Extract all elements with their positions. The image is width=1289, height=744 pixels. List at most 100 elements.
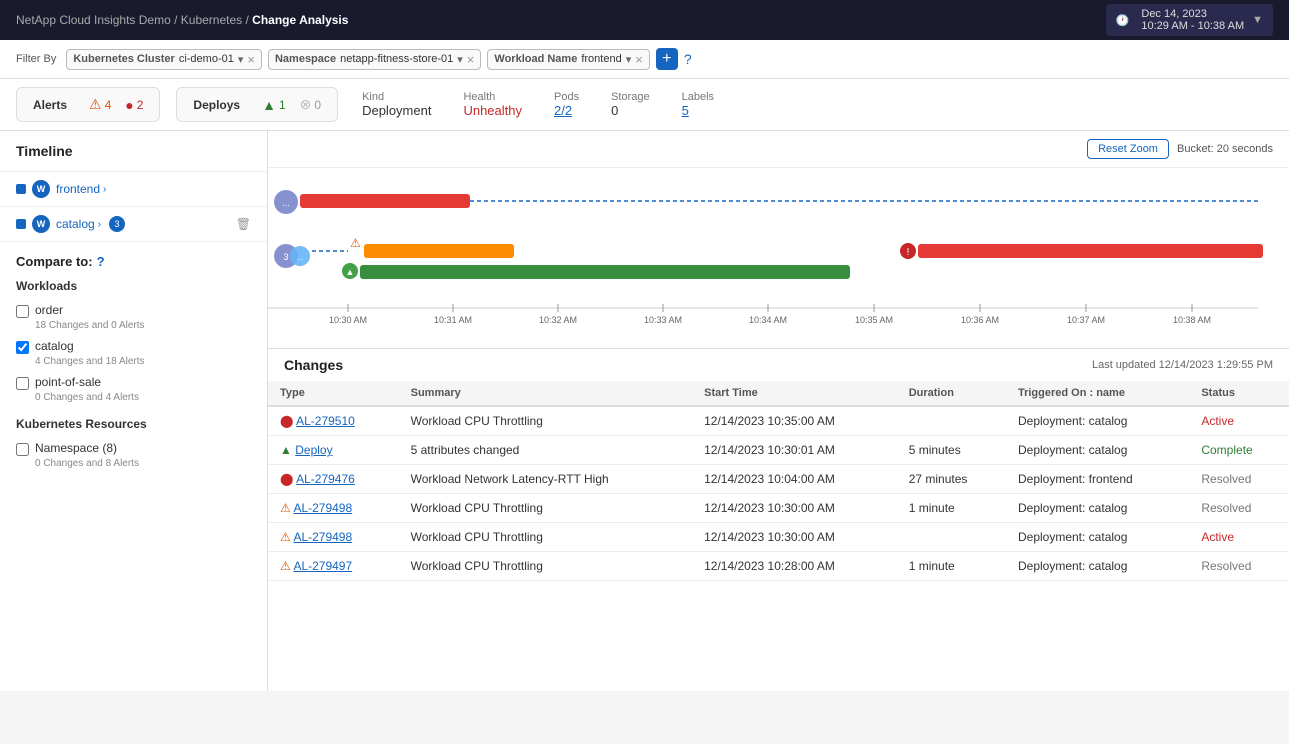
filter-chip-workload: Workload Name frontend ▾ × — [487, 49, 649, 70]
cell-summary: Workload CPU Throttling — [399, 552, 693, 581]
alert-error-badge[interactable]: ● 2 — [125, 97, 143, 113]
compare-section: Compare to: ? Workloads order 18 Changes… — [0, 242, 267, 485]
error-circle-icon: ● — [125, 97, 133, 113]
cell-duration: 1 minute — [897, 552, 1006, 581]
deploy-gray-badge[interactable]: ⊗ 0 — [300, 96, 321, 113]
timeline-item-catalog[interactable]: W catalog › 3 🗑 — [0, 207, 267, 242]
table-row: ⚠ AL-279498 Workload CPU Throttling 12/1… — [268, 494, 1289, 523]
workload-catalog-checkbox[interactable] — [16, 341, 29, 354]
cell-triggered: Deployment: catalog — [1006, 494, 1189, 523]
workload-pos-checkbox[interactable] — [16, 377, 29, 390]
bucket-label: Bucket: 20 seconds — [1177, 143, 1273, 155]
type-link[interactable]: Deploy — [295, 443, 332, 457]
changes-table: Type Summary Start Time Duration Trigger… — [268, 381, 1289, 581]
workload-item-pos: point-of-sale 0 Changes and 4 Alerts — [16, 371, 251, 407]
workload-item-catalog: catalog 4 Changes and 18 Alerts — [16, 335, 251, 371]
chart-toolbar: Reset Zoom Bucket: 20 seconds — [268, 131, 1289, 168]
frontend-link[interactable]: frontend › — [56, 182, 106, 196]
changes-header: Changes Last updated 12/14/2023 1:29:55 … — [268, 349, 1289, 381]
col-start-time: Start Time — [692, 381, 897, 406]
cell-summary: Workload CPU Throttling — [399, 523, 693, 552]
table-row: ⬤ AL-279476 Workload Network Latency-RTT… — [268, 465, 1289, 494]
cell-summary: Workload Network Latency-RTT High — [399, 465, 693, 494]
cell-triggered: Deployment: catalog — [1006, 406, 1189, 436]
catalog-chevron-icon: › — [98, 219, 101, 230]
col-type: Type — [268, 381, 399, 406]
cell-start-time: 12/14/2023 10:35:00 AM — [692, 406, 897, 436]
cell-start-time: 12/14/2023 10:30:00 AM — [692, 523, 897, 552]
workload-order-checkbox[interactable] — [16, 305, 29, 318]
cell-duration: 5 minutes — [897, 436, 1006, 465]
alert-warn-badge[interactable]: ⚠ 4 — [89, 96, 111, 113]
cell-type: ⚠ AL-279498 — [268, 523, 399, 552]
info-storage: Storage 0 — [611, 91, 650, 118]
k8s-section-title: Kubernetes Resources — [16, 417, 251, 431]
alerts-card: Alerts ⚠ 4 ● 2 — [16, 87, 160, 122]
timeline-chart: ... 3 ... ⚠ ! — [268, 168, 1289, 348]
cell-triggered: Deployment: catalog — [1006, 523, 1189, 552]
workload-clear[interactable]: × — [635, 52, 643, 67]
frontend-color-swatch — [16, 184, 26, 194]
cell-status: Resolved — [1189, 552, 1289, 581]
cell-type: ⬤ AL-279476 — [268, 465, 399, 494]
namespace-dropdown[interactable]: ▾ — [457, 53, 463, 66]
type-link[interactable]: AL-279497 — [293, 559, 352, 573]
cell-status: Active — [1189, 523, 1289, 552]
col-summary: Summary — [399, 381, 693, 406]
timeline-title: Timeline — [0, 131, 267, 172]
filter-help-icon[interactable]: ? — [684, 51, 692, 67]
cell-duration: 1 minute — [897, 494, 1006, 523]
datetime-dropdown-icon[interactable]: ▼ — [1252, 14, 1263, 26]
svg-text:10:36 AM: 10:36 AM — [961, 315, 999, 325]
cell-status: Resolved — [1189, 494, 1289, 523]
cluster-dropdown[interactable]: ▾ — [238, 53, 244, 66]
deploy-green-badge[interactable]: ▲ 1 — [262, 97, 286, 113]
compare-title: Compare to: ? — [16, 254, 251, 269]
type-link[interactable]: AL-279510 — [296, 414, 355, 428]
workload-info: Kind Deployment Health Unhealthy Pods 2/… — [362, 87, 714, 122]
svg-text:...: ... — [282, 198, 290, 208]
cell-summary: Workload CPU Throttling — [399, 406, 693, 436]
namespace-clear[interactable]: × — [467, 52, 475, 67]
summary-bar: Alerts ⚠ 4 ● 2 Deploys ▲ 1 ⊗ 0 Kind Depl… — [0, 79, 1289, 131]
breadcrumb: NetApp Cloud Insights Demo / Kubernetes … — [16, 13, 348, 27]
type-link[interactable]: AL-279498 — [293, 501, 352, 515]
cell-type: ▲ Deploy — [268, 436, 399, 465]
catalog-link[interactable]: catalog › — [56, 217, 101, 231]
warn-triangle-icon: ⚠ — [89, 96, 102, 113]
filter-chip-namespace: Namespace netapp-fitness-store-01 ▾ × — [268, 49, 481, 70]
sidebar: Timeline W frontend › W catalog › 3 🗑 Co… — [0, 131, 268, 691]
workload-item-order: order 18 Changes and 0 Alerts — [16, 299, 251, 335]
cell-summary: 5 attributes changed — [399, 436, 693, 465]
add-filter-button[interactable]: + — [656, 48, 678, 70]
reset-zoom-button[interactable]: Reset Zoom — [1087, 139, 1169, 159]
catalog-delete-icon[interactable]: 🗑 — [236, 217, 251, 231]
clock-icon: 🕐 — [1116, 14, 1130, 27]
type-link[interactable]: AL-279476 — [296, 472, 355, 486]
frontend-chevron-icon: › — [103, 184, 106, 195]
compare-help-icon[interactable]: ? — [97, 254, 105, 269]
filter-bar: Filter By Kubernetes Cluster ci-demo-01 … — [0, 40, 1289, 79]
cell-start-time: 12/14/2023 10:30:01 AM — [692, 436, 897, 465]
info-pods: Pods 2/2 — [554, 91, 579, 118]
namespace-checkbox[interactable] — [16, 443, 29, 456]
workload-dropdown[interactable]: ▾ — [626, 53, 632, 66]
timeline-item-frontend[interactable]: W frontend › — [0, 172, 267, 207]
datetime-display: 🕐 Dec 14, 2023 10:29 AM - 10:38 AM ▼ — [1106, 4, 1273, 36]
svg-text:10:37 AM: 10:37 AM — [1067, 315, 1105, 325]
catalog-w-icon: W — [32, 215, 50, 233]
cell-duration — [897, 406, 1006, 436]
table-row: ⚠ AL-279498 Workload CPU Throttling 12/1… — [268, 523, 1289, 552]
deploy-gray-icon: ⊗ — [300, 96, 312, 113]
cell-triggered: Deployment: catalog — [1006, 552, 1189, 581]
timeline-svg: ... 3 ... ⚠ ! — [268, 168, 1289, 348]
catalog-color-swatch — [16, 219, 26, 229]
frontend-w-icon: W — [32, 180, 50, 198]
table-row: ⚠ AL-279497 Workload CPU Throttling 12/1… — [268, 552, 1289, 581]
cell-start-time: 12/14/2023 10:28:00 AM — [692, 552, 897, 581]
type-link[interactable]: AL-279498 — [293, 530, 352, 544]
cluster-clear[interactable]: × — [247, 52, 255, 67]
svg-text:10:33 AM: 10:33 AM — [644, 315, 682, 325]
col-duration: Duration — [897, 381, 1006, 406]
cell-type: ⬤ AL-279510 — [268, 406, 399, 436]
